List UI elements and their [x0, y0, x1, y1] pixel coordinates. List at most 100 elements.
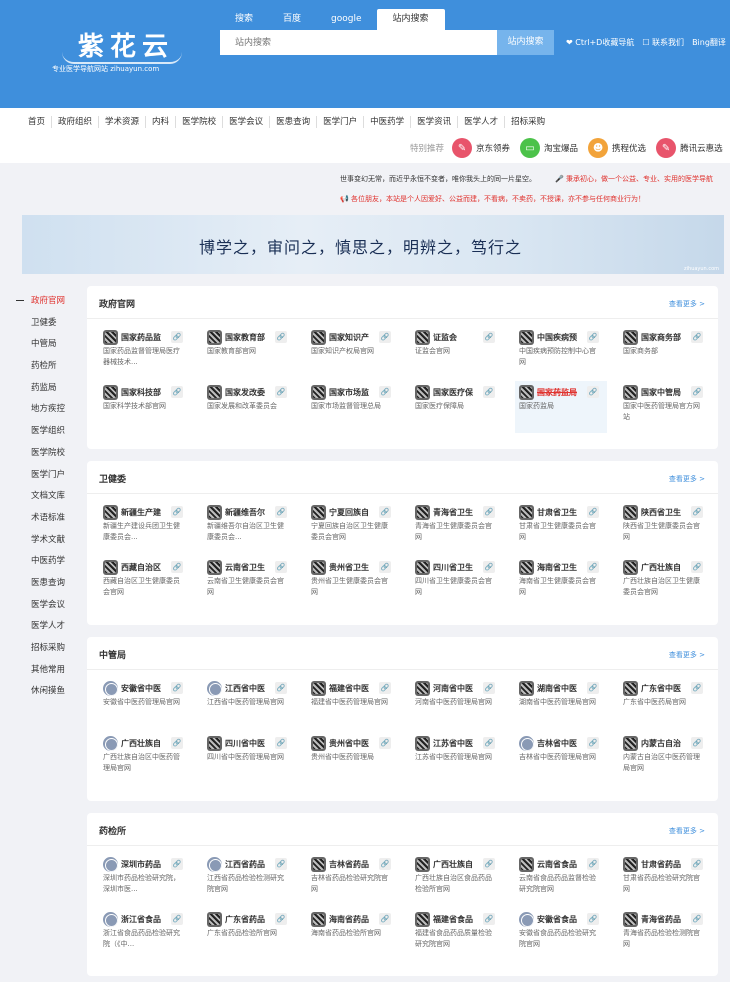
site-card[interactable]: 安徽省中医 🔗 安徽省中医药管理局官网 [99, 677, 191, 729]
link-icon[interactable]: 🔗 [587, 737, 599, 749]
site-card[interactable]: 浙江省食品 🔗 浙江省食品药品检验研究院（《中... [99, 908, 191, 960]
site-card[interactable]: 甘肃省卫生 🔗 甘肃省卫生健康委员会官网 [515, 501, 607, 553]
link-icon[interactable]: 🔗 [691, 858, 703, 870]
link-icon[interactable]: 🔗 [587, 506, 599, 518]
link-icon[interactable]: 🔗 [171, 858, 183, 870]
sidebar-item[interactable]: 术语标准 [14, 510, 74, 532]
site-logo[interactable]: 紫花云 专业医学导航网站 zihuayun.com [52, 26, 192, 76]
site-card[interactable]: 河南省中医 🔗 河南省中医药管理局官网 [411, 677, 503, 729]
link-icon[interactable]: 🔗 [379, 858, 391, 870]
link-icon[interactable]: 🔗 [587, 331, 599, 343]
site-card[interactable]: 新疆生产建 🔗 新疆生产建设兵团卫生健康委员会... [99, 501, 191, 553]
sidebar-item[interactable]: 招标采购 [14, 640, 74, 662]
header-link[interactable]: ☐ 联系我们 [642, 37, 684, 48]
view-more-link[interactable]: 查看更多 > [669, 299, 705, 309]
recommend-item[interactable]: ☻ 携程优选 [588, 138, 646, 158]
site-card[interactable]: 广东省中医 🔗 广东省中医药局官网 [619, 677, 711, 729]
link-icon[interactable]: 🔗 [587, 561, 599, 573]
site-card[interactable]: 国家商务部 🔗 国家商务部 [619, 326, 711, 378]
site-card[interactable]: 中国疾病预 🔗 中国疾病预防控制中心官网 [515, 326, 607, 378]
link-icon[interactable]: 🔗 [483, 682, 495, 694]
search-tab[interactable]: 百度 [268, 9, 316, 30]
nav-item[interactable]: 政府组织 [52, 116, 100, 128]
sidebar-item[interactable]: 中管局 [14, 336, 74, 358]
link-icon[interactable]: 🔗 [275, 913, 287, 925]
site-card[interactable]: 海南省药品 🔗 海南省药品检验所官网 [307, 908, 399, 960]
link-icon[interactable]: 🔗 [275, 331, 287, 343]
link-icon[interactable]: 🔗 [379, 331, 391, 343]
link-icon[interactable]: 🔗 [171, 913, 183, 925]
link-icon[interactable]: 🔗 [171, 682, 183, 694]
link-icon[interactable]: 🔗 [483, 858, 495, 870]
site-card[interactable]: 广西壮族自 🔗 广西壮族自治区中医药管理局官网 [99, 732, 191, 784]
sidebar-item[interactable]: 休闲摸鱼 [14, 683, 74, 705]
link-icon[interactable]: 🔗 [587, 913, 599, 925]
site-card[interactable]: 国家知识产 🔗 国家知识产权局官网 [307, 326, 399, 378]
site-card[interactable]: 吉林省药品 🔗 吉林省药品检验研究院官网 [307, 853, 399, 905]
site-card[interactable]: 福建省食品 🔗 福建省食品药品质量检验研究院官网 [411, 908, 503, 960]
link-icon[interactable]: 🔗 [275, 858, 287, 870]
link-icon[interactable]: 🔗 [379, 913, 391, 925]
link-icon[interactable]: 🔗 [483, 737, 495, 749]
nav-item[interactable]: 中医药学 [364, 116, 412, 128]
search-tab[interactable]: 搜索 [220, 9, 268, 30]
link-icon[interactable]: 🔗 [275, 682, 287, 694]
link-icon[interactable]: 🔗 [379, 737, 391, 749]
link-icon[interactable]: 🔗 [171, 386, 183, 398]
site-card[interactable]: 广西壮族自 🔗 广西壮族自治区食品药品检验所官网 [411, 853, 503, 905]
site-card[interactable]: 宁夏回族自 🔗 宁夏回族自治区卫生健康委员会官网 [307, 501, 399, 553]
nav-item[interactable]: 首页 [22, 116, 53, 128]
site-card[interactable]: 福建省中医 🔗 福建省中医药管理局官网 [307, 677, 399, 729]
site-card[interactable]: 四川省中医 🔗 四川省中医药管理局官网 [203, 732, 295, 784]
site-card[interactable]: 江苏省中医 🔗 江苏省中医药管理局官网 [411, 732, 503, 784]
site-card[interactable]: 甘肃省药品 🔗 甘肃省药品检验研究院官网 [619, 853, 711, 905]
site-card[interactable]: 安徽省食品 🔗 安徽省食品药品检验研究院官网 [515, 908, 607, 960]
site-card[interactable]: 江西省中医 🔗 江西省中医药管理局官网 [203, 677, 295, 729]
sidebar-item[interactable]: 文档文库 [14, 488, 74, 510]
view-more-link[interactable]: 查看更多 > [669, 650, 705, 660]
header-link[interactable]: Bing翻译 [692, 37, 726, 48]
link-icon[interactable]: 🔗 [691, 331, 703, 343]
recommend-item[interactable]: ✎ 京东领券 [452, 138, 510, 158]
site-card[interactable]: 广东省药品 🔗 广东省药品检验所官网 [203, 908, 295, 960]
site-card[interactable]: 吉林省中医 🔗 吉林省中医药管理局官网 [515, 732, 607, 784]
site-card[interactable]: 青海省药品 🔗 青海省药品检验检测院官网 [619, 908, 711, 960]
sidebar-item[interactable]: 医学会议 [14, 597, 74, 619]
site-card[interactable]: 青海省卫生 🔗 青海省卫生健康委员会官网 [411, 501, 503, 553]
header-link[interactable]: ❤ Ctrl+D收藏导航 [566, 37, 634, 48]
sidebar-item[interactable]: 医学人才 [14, 618, 74, 640]
link-icon[interactable]: 🔗 [483, 561, 495, 573]
site-card[interactable]: 贵州省中医 🔗 贵州省中医药管理局 [307, 732, 399, 784]
site-card[interactable]: 国家药品监 🔗 国家药品监督管理局医疗器械技术... [99, 326, 191, 378]
link-icon[interactable]: 🔗 [587, 682, 599, 694]
link-icon[interactable]: 🔗 [691, 561, 703, 573]
site-card[interactable]: 四川省卫生 🔗 四川省卫生健康委员会官网 [411, 556, 503, 608]
site-card[interactable]: 西藏自治区 🔗 西藏自治区卫生健康委员会官网 [99, 556, 191, 608]
site-card[interactable]: 新疆维吾尔 🔗 新疆维吾尔自治区卫生健康委员会... [203, 501, 295, 553]
link-icon[interactable]: 🔗 [691, 913, 703, 925]
site-card[interactable]: 云南省食品 🔗 云南省食品药品监督检验研究院官网 [515, 853, 607, 905]
site-card[interactable]: 国家市场监 🔗 国家市场监督管理总局 [307, 381, 399, 433]
site-card[interactable]: 国家医疗保 🔗 国家医疗保障局 [411, 381, 503, 433]
nav-item[interactable]: 医学会议 [223, 116, 271, 128]
site-card[interactable]: 国家中管局 🔗 国家中医药管理局官方网站 [619, 381, 711, 433]
site-card[interactable]: 国家发改委 🔗 国家发展和改革委员会 [203, 381, 295, 433]
nav-item[interactable]: 医学人才 [458, 116, 506, 128]
link-icon[interactable]: 🔗 [691, 682, 703, 694]
search-button[interactable]: 站内搜索 [497, 30, 554, 55]
site-card[interactable]: 贵州省卫生 🔗 贵州省卫生健康委员会官网 [307, 556, 399, 608]
site-card[interactable]: 海南省卫生 🔗 海南省卫生健康委员会官网 [515, 556, 607, 608]
link-icon[interactable]: 🔗 [275, 386, 287, 398]
sidebar-item[interactable]: 医患查询 [14, 575, 74, 597]
link-icon[interactable]: 🔗 [379, 506, 391, 518]
recommend-item[interactable]: ✎ 腾讯云惠选 [656, 138, 723, 158]
sidebar-item[interactable]: 中医药学 [14, 553, 74, 575]
sidebar-item[interactable]: 医学院校 [14, 445, 74, 467]
site-card[interactable]: 证监会 🔗 证监会官网 [411, 326, 503, 378]
link-icon[interactable]: 🔗 [587, 858, 599, 870]
link-icon[interactable]: 🔗 [379, 386, 391, 398]
sidebar-item[interactable]: 政府官网 [14, 293, 74, 315]
site-card[interactable]: 国家药监局 🔗 国家药监局 [515, 381, 607, 433]
link-icon[interactable]: 🔗 [691, 506, 703, 518]
link-icon[interactable]: 🔗 [275, 561, 287, 573]
